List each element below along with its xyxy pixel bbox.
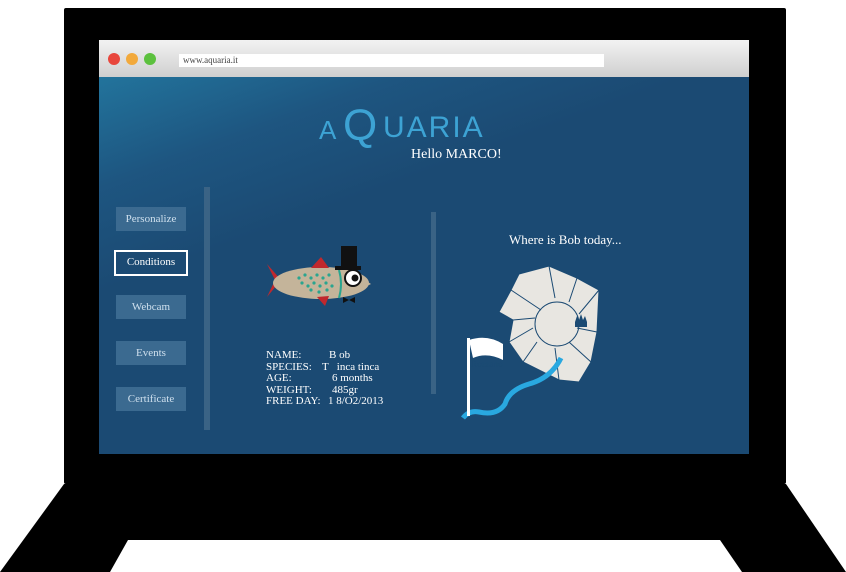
sidebar-divider: [204, 187, 210, 430]
map-title: Where is Bob today...: [509, 232, 622, 247]
greeting-text: Hello MARCO!: [411, 147, 502, 162]
menu-conditions-button[interactable]: Conditions: [114, 250, 188, 276]
freeday-label: FREE DAY:: [266, 395, 321, 407]
minimize-window-button[interactable]: [126, 53, 138, 65]
maximize-window-button[interactable]: [144, 53, 156, 65]
logo-text: UARIA: [383, 111, 485, 144]
name-label: NAME:: [266, 349, 302, 361]
laptop: www.aquaria.it A Q UARIA Hello MARCO! Pe…: [0, 0, 846, 572]
menu-webcam-button[interactable]: Webcam: [116, 295, 186, 319]
logo-letter-q: Q: [343, 101, 380, 150]
close-window-button[interactable]: [108, 53, 120, 65]
fish-illustration: [267, 246, 371, 306]
page-content: A Q UARIA Hello MARCO! Personalize Condi…: [99, 77, 749, 454]
browser-titlebar: www.aquaria.it: [99, 40, 749, 77]
logo-letter-a: A: [319, 115, 339, 145]
browser-window: www.aquaria.it A Q UARIA Hello MARCO! Pe…: [99, 40, 749, 454]
city-map[interactable]: [459, 262, 639, 422]
freeday-value: 1 8/O2/2013: [328, 395, 384, 407]
age-label: AGE:: [266, 372, 292, 384]
name-value: B ob: [329, 349, 351, 361]
menu-events-button[interactable]: Events: [116, 341, 186, 365]
address-bar[interactable]: www.aquaria.it: [179, 54, 604, 67]
menu-personalize-button[interactable]: Personalize: [116, 207, 186, 231]
menu-certificate-button[interactable]: Certificate: [116, 387, 186, 411]
age-value: 6 months: [332, 372, 373, 384]
center-divider: [431, 212, 436, 394]
flag-label: Rozzano: [471, 359, 503, 369]
